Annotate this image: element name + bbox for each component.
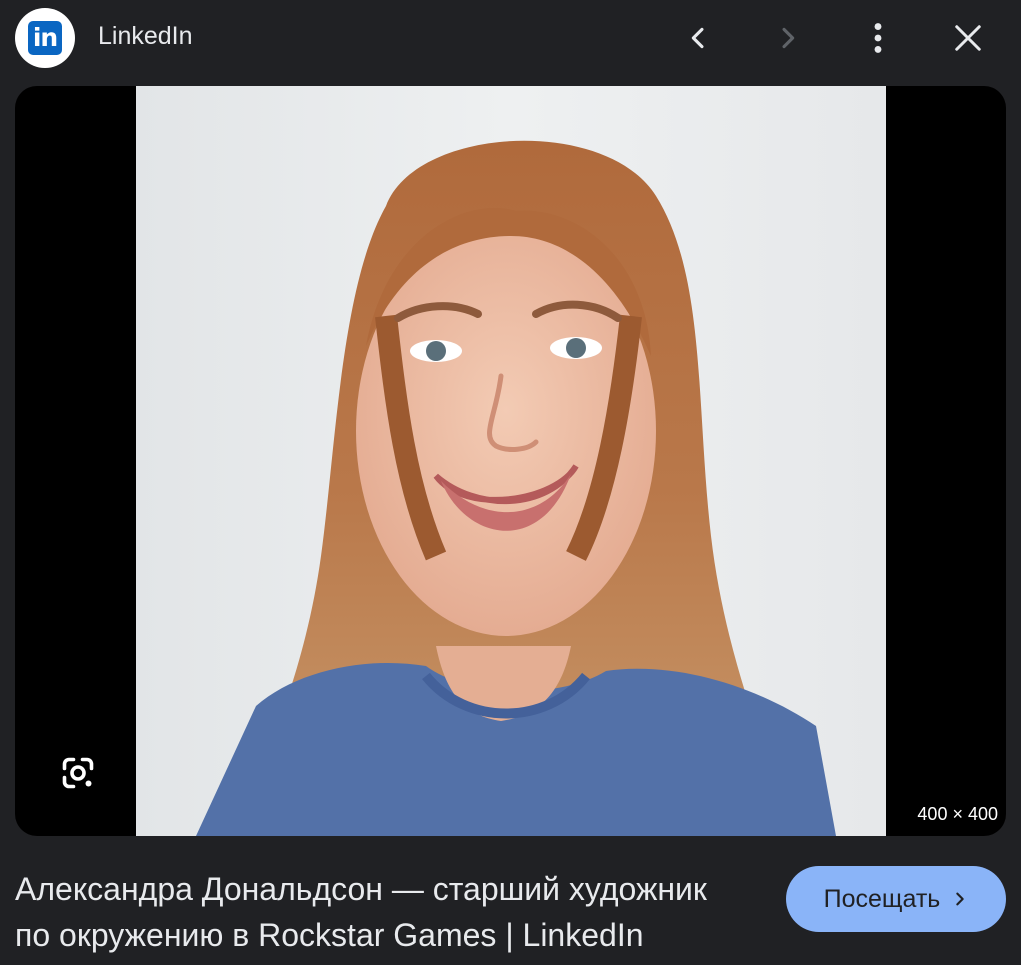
- more-options-button[interactable]: [854, 14, 902, 62]
- visit-button-label: Посещать: [823, 884, 941, 913]
- result-title-line-2: по окружению в Rockstar Games | LinkedIn: [15, 917, 644, 953]
- visit-button[interactable]: Посещать: [786, 866, 1006, 932]
- source-logo[interactable]: in: [15, 8, 75, 68]
- chevron-right-icon: [782, 27, 795, 49]
- portrait-image: [136, 86, 886, 836]
- close-icon: [955, 25, 981, 51]
- source-name[interactable]: LinkedIn: [98, 20, 193, 52]
- chevron-right-icon: [952, 891, 968, 907]
- result-title-line-1: Александра Дональдсон — старший художник: [15, 871, 707, 907]
- chevron-left-icon: [691, 27, 704, 49]
- image-viewer[interactable]: 400 × 400: [15, 86, 1006, 836]
- profile-photo[interactable]: [136, 86, 886, 836]
- previous-button[interactable]: [674, 14, 722, 62]
- next-button[interactable]: [764, 14, 812, 62]
- image-dimensions: 400 × 400: [917, 804, 998, 824]
- google-lens-button[interactable]: [53, 748, 103, 798]
- viewer-header: in LinkedIn: [0, 0, 1021, 78]
- more-vert-icon: [874, 23, 882, 53]
- google-lens-icon: [62, 757, 94, 789]
- result-title[interactable]: Александра Дональдсон — старший художник…: [15, 866, 755, 958]
- close-button[interactable]: [944, 14, 992, 62]
- linkedin-logo-icon: in: [28, 21, 62, 55]
